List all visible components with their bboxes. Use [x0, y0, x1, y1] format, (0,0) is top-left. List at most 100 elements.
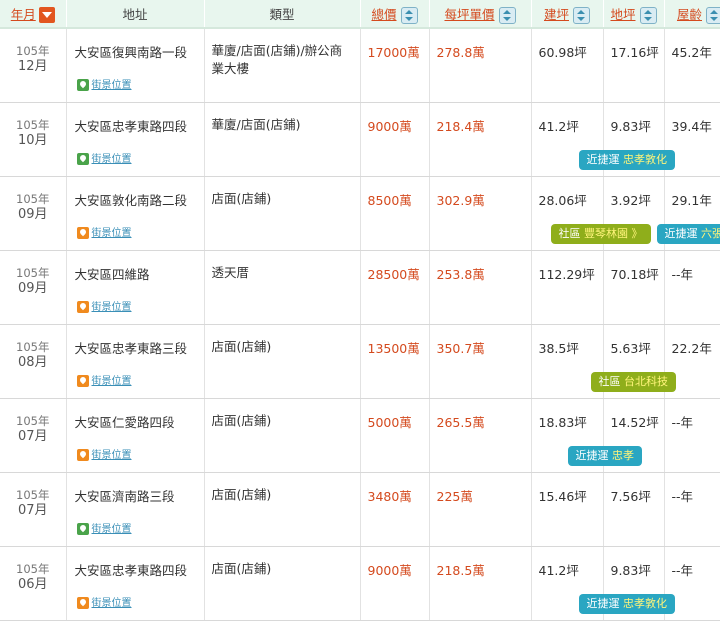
street-view-link[interactable]: 街景位置	[76, 372, 132, 387]
near-mrt-badge[interactable]: 近捷運 忠孝敦化	[578, 149, 675, 170]
sort-by-unit-price[interactable]: 每坪單價	[429, 0, 532, 29]
month-label: 10月	[17, 132, 48, 148]
type-text: 店面(店鋪)	[211, 412, 272, 428]
sort-by-land-area[interactable]: 地坪	[603, 0, 665, 29]
street-view-link[interactable]: 街景位置	[76, 224, 132, 239]
badge-label: 近捷運	[586, 596, 620, 610]
badge-label: 社區	[598, 374, 621, 388]
unit-price-cell: 350.7萬	[429, 324, 532, 399]
year-label: 105年	[16, 487, 50, 502]
table-row[interactable]: 105年 07月 大安區濟南路三段 街景位置 店面(店鋪) 3480萬 225萬 15.46坪…	[0, 472, 720, 547]
building-area-cell: 60.98坪	[531, 28, 604, 103]
building-area: 41.2坪	[538, 562, 579, 578]
table-row[interactable]: 105年 09月 大安區敦化南路二段 街景位置 店面(店鋪) 8500萬 302.9萬 28.…	[0, 176, 720, 251]
building-area-cell: 112.29坪	[531, 250, 604, 325]
unit-price-cell: 265.5萬	[429, 398, 532, 473]
type-text: 店面(店鋪)	[211, 338, 272, 354]
address-cell: 大安區忠孝東路四段 街景位置	[66, 546, 205, 621]
age-cell: 45.2年	[664, 28, 720, 103]
type-cell: 華廈/店面(店鋪)/辦公商業大樓	[204, 28, 361, 103]
table-row[interactable]: 105年 08月 大安區忠孝東路三段 街景位置 店面(店鋪) 13500萬 350.7萬 38…	[0, 324, 720, 399]
table-header: 年月 地址 類型 總價 每坪單價 建坪 地坪 屋齡	[0, 0, 720, 29]
total-price-cell: 13500萬	[360, 324, 430, 399]
table-row[interactable]: 105年 07月 大安區仁愛路四段 街景位置 店面(店鋪) 5000萬 265.5萬 18.8…	[0, 398, 720, 473]
map-pin-icon	[76, 522, 89, 535]
map-pin-icon	[76, 300, 89, 313]
land-area-cell: 14.52坪近捷運 忠孝	[567, 398, 665, 473]
sort-by-date[interactable]: 年月	[0, 0, 67, 29]
unit-price: 253.8萬	[436, 266, 485, 282]
age-cell: 39.4年	[664, 102, 720, 177]
address-header-label: 地址	[122, 7, 148, 22]
total-price: 9000萬	[367, 562, 412, 578]
age-cell: --年	[664, 250, 720, 325]
type-header: 類型	[204, 0, 361, 29]
street-view-link[interactable]: 街景位置	[76, 446, 132, 461]
unit-price: 350.7萬	[436, 340, 485, 356]
land-area: 9.83坪	[610, 562, 651, 578]
date-cell: 105年 06月	[0, 546, 67, 621]
unit-price: 218.4萬	[436, 118, 485, 134]
building-age: --年	[671, 562, 694, 578]
building-area: 41.2坪	[538, 118, 579, 134]
land-area-header-label: 地坪	[610, 6, 636, 22]
land-area-cell: 70.18坪	[603, 250, 665, 325]
sort-desc-icon[interactable]	[38, 7, 55, 24]
street-view-link[interactable]: 街景位置	[76, 76, 132, 91]
type-text: 華廈/店面(店鋪)	[211, 116, 301, 132]
total-header-label: 總價	[371, 6, 397, 22]
address-text: 大安區敦化南路二段	[74, 192, 188, 208]
age-cell: 22.2年	[664, 324, 720, 399]
street-view-link[interactable]: 街景位置	[76, 594, 132, 609]
sort-toggle-icon[interactable]	[400, 6, 418, 24]
type-cell: 店面(店鋪)	[204, 472, 361, 547]
sort-by-building-area[interactable]: 建坪	[531, 0, 604, 29]
sort-toggle-icon[interactable]	[706, 6, 720, 24]
year-label: 105年	[16, 339, 50, 354]
land-area: 14.52坪	[610, 414, 659, 430]
street-view-label: 街景位置	[91, 227, 132, 239]
street-view-label: 街景位置	[91, 597, 132, 609]
unit-price-header-label: 每坪單價	[444, 6, 495, 22]
land-area-cell: 9.83坪近捷運 忠孝敦化	[578, 546, 675, 621]
table-row[interactable]: 105年 12月 大安區復興南路一段 街景位置 華廈/店面(店鋪)/辦公商業大樓 1700…	[0, 28, 720, 103]
sort-by-total[interactable]: 總價	[360, 0, 430, 29]
near-mrt-badge[interactable]: 近捷運 忠孝敦化	[578, 593, 675, 614]
badge-value: 忠孝敦化	[623, 152, 667, 166]
building-age: --年	[671, 266, 694, 282]
street-view-link[interactable]: 街景位置	[76, 520, 132, 535]
street-view-label: 街景位置	[91, 301, 132, 313]
land-area: 7.56坪	[610, 488, 651, 504]
unit-price: 265.5萬	[436, 414, 485, 430]
sort-by-age[interactable]: 屋齡	[664, 0, 720, 29]
month-label: 08月	[17, 354, 48, 370]
table-row[interactable]: 105年 06月 大安區忠孝東路四段 街景位置 店面(店鋪) 9000萬 218.5萬 41.…	[0, 546, 720, 621]
type-cell: 華廈/店面(店鋪)	[204, 102, 361, 177]
tag-badges: 近捷運 忠孝	[567, 445, 649, 466]
land-area: 70.18坪	[610, 266, 659, 282]
table-row[interactable]: 105年 09月 大安區四維路 街景位置 透天厝 28500萬 253.8萬 112.29坪 7…	[0, 250, 720, 325]
type-cell: 店面(店鋪)	[204, 398, 361, 473]
total-price: 9000萬	[367, 118, 412, 134]
badge-label: 社區	[558, 226, 581, 240]
sort-toggle-icon[interactable]	[639, 6, 657, 24]
address-header: 地址	[66, 0, 205, 29]
address-cell: 大安區仁愛路四段 街景位置	[66, 398, 205, 473]
badge-label: 近捷運	[586, 152, 620, 166]
table-row[interactable]: 105年 10月 大安區忠孝東路四段 街景位置 華廈/店面(店鋪) 9000萬 218.4萬…	[0, 102, 720, 177]
building-age: 39.4年	[671, 118, 712, 134]
sort-toggle-icon[interactable]	[573, 6, 590, 24]
near-mrt-badge[interactable]: 近捷運 忠孝	[567, 445, 642, 466]
total-price-cell: 9000萬	[360, 546, 430, 621]
street-view-link[interactable]: 街景位置	[76, 150, 132, 165]
address-text: 大安區濟南路三段	[74, 488, 175, 504]
sort-toggle-icon[interactable]	[498, 6, 516, 24]
age-header-label: 屋齡	[676, 6, 702, 22]
age-cell: 29.1年	[664, 176, 720, 251]
address-text: 大安區復興南路一段	[74, 45, 188, 60]
building-age: 45.2年	[671, 45, 712, 60]
date-header-label: 年月	[10, 6, 36, 22]
address-cell: 大安區忠孝東路三段 街景位置	[66, 324, 205, 399]
address-cell: 大安區忠孝東路四段 街景位置	[66, 102, 205, 177]
street-view-link[interactable]: 街景位置	[76, 298, 132, 313]
